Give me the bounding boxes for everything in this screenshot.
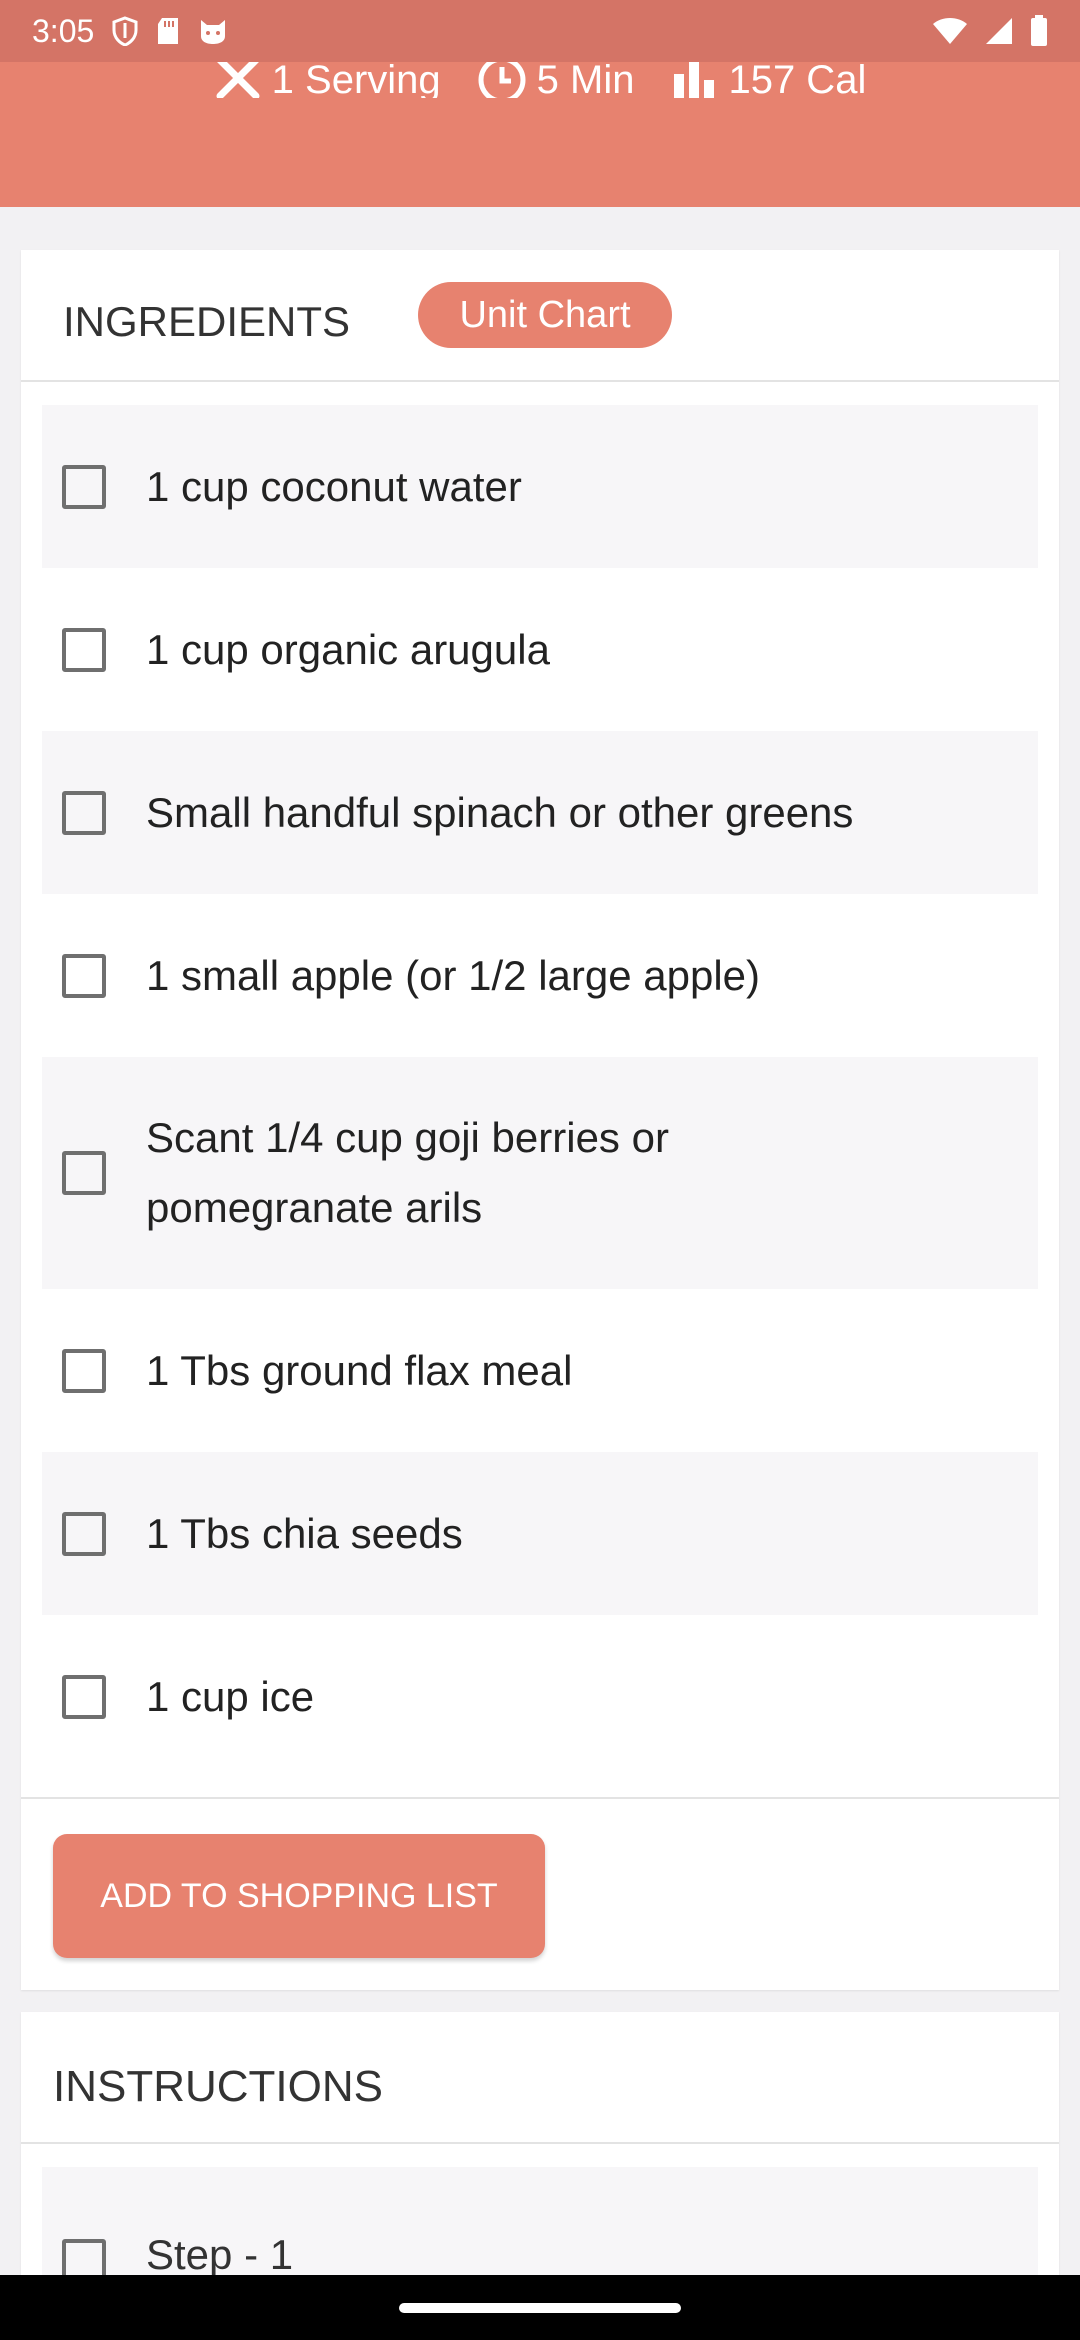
ingredient-text: 1 cup organic arugula [146, 625, 550, 673]
ingredients-list: 1 cup coconut water 1 cup organic arugul… [42, 405, 1038, 1778]
ingredient-row[interactable]: Small handful spinach or other greens [42, 731, 1038, 894]
step-text: Step - 1 [146, 2231, 294, 2278]
battery-icon [1030, 15, 1048, 47]
ingredient-row[interactable]: Scant 1/4 cup goji berries or pomegranat… [42, 1057, 1038, 1289]
ingredients-header: INGREDIENTS Unit Chart [21, 250, 1059, 382]
ingredients-title: INGREDIENTS [63, 298, 351, 345]
shield-icon [112, 16, 138, 46]
fork-knife-icon [214, 62, 262, 98]
time-info: 5 Min [477, 62, 634, 98]
bar-chart-icon [670, 62, 718, 98]
recipe-header: 1 Serving 5 Min 157 Cal [0, 62, 1080, 207]
ingredient-row[interactable]: 1 cup coconut water [42, 405, 1038, 568]
ingredients-card: INGREDIENTS Unit Chart 1 cup coconut wat… [21, 250, 1059, 1990]
cat-face-icon [198, 16, 228, 46]
ingredient-checkbox[interactable] [62, 953, 106, 998]
sd-card-icon [156, 16, 180, 46]
ingredient-text: 1 Tbs ground flax meal [146, 1346, 573, 1394]
signal-icon [984, 16, 1014, 46]
ingredient-text: 1 cup coconut water [146, 462, 522, 510]
recipe-meta: 1 Serving 5 Min 157 Cal [0, 62, 1080, 98]
ingredient-text: 1 small apple (or 1/2 large apple) [146, 951, 761, 999]
ingredients-footer: ADD TO SHOPPING LIST [21, 1797, 1059, 1990]
navigation-bar [0, 2275, 1080, 2340]
ingredient-row[interactable]: 1 Tbs ground flax meal [42, 1289, 1038, 1452]
ingredient-checkbox[interactable] [62, 1151, 106, 1195]
ingredient-text: 1 Tbs chia seeds [146, 1509, 463, 1557]
ingredient-text: 1 cup ice [146, 1672, 315, 1720]
ingredient-checkbox[interactable] [62, 1674, 106, 1719]
calories-info: 157 Cal [670, 62, 866, 98]
ingredient-row[interactable]: 1 cup organic arugula [42, 568, 1038, 731]
status-bar: 3:05 [0, 0, 1080, 62]
divider [21, 2142, 1059, 2144]
ingredient-checkbox[interactable] [62, 1511, 106, 1556]
add-to-shopping-list-button[interactable]: ADD TO SHOPPING LIST [53, 1834, 545, 1958]
ingredient-checkbox[interactable] [62, 790, 106, 835]
home-gesture-handle[interactable] [399, 2303, 681, 2313]
ingredient-row[interactable]: 1 cup ice [42, 1615, 1038, 1778]
clock-icon [477, 62, 527, 98]
wifi-icon [932, 16, 968, 46]
servings-info: 1 Serving [214, 62, 441, 98]
ingredient-text: Small handful spinach or other greens [146, 788, 854, 836]
ingredient-text: Scant 1/4 cup goji berries or pomegranat… [146, 1114, 669, 1231]
ingredient-row[interactable]: 1 Tbs chia seeds [42, 1452, 1038, 1615]
status-time: 3:05 [32, 12, 95, 49]
ingredient-checkbox[interactable] [62, 1348, 106, 1393]
ingredient-checkbox[interactable] [62, 627, 106, 672]
ingredient-row[interactable]: 1 small apple (or 1/2 large apple) [42, 894, 1038, 1057]
unit-chart-button[interactable]: Unit Chart [418, 282, 672, 348]
ingredient-checkbox[interactable] [62, 464, 106, 509]
instructions-title: INSTRUCTIONS [53, 2062, 383, 2111]
